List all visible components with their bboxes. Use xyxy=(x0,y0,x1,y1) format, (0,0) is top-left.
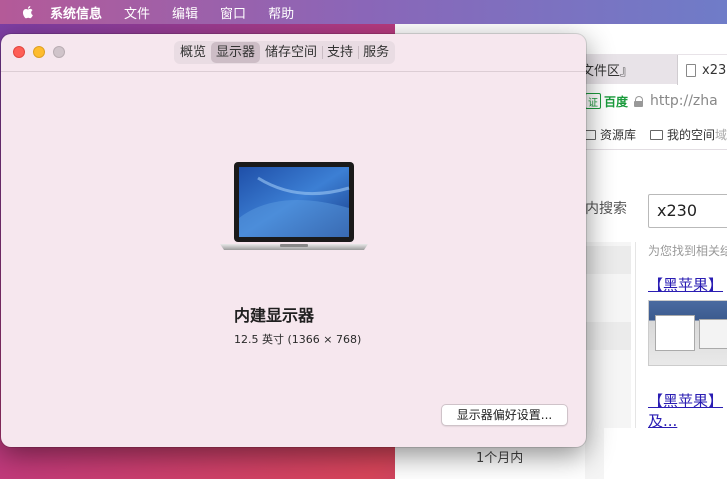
bookmarks-bar: 资源库 我的空间 域 xyxy=(583,122,727,146)
certificate-name: 百度 xyxy=(604,94,629,109)
menu-help[interactable]: 帮助 xyxy=(268,3,294,22)
title-bar: 概览 显示器 储存空间 支持 服务 xyxy=(1,34,586,72)
menu-window[interactable]: 窗口 xyxy=(220,3,246,22)
tab-overview[interactable]: 概览 xyxy=(175,42,211,63)
minimize-button[interactable] xyxy=(33,46,45,58)
certificate-badge: 证 xyxy=(585,93,601,109)
display-name: 内建显示器 xyxy=(234,306,315,325)
thumbnail-window xyxy=(699,319,727,349)
bookmark-label: 我的空间 xyxy=(667,127,716,142)
site-search-label: 内搜索 xyxy=(585,201,627,217)
zoom-button[interactable] xyxy=(53,46,65,58)
url-text[interactable]: http://zha xyxy=(650,93,718,109)
address-bar[interactable]: 证 百度 http://zha xyxy=(585,88,727,114)
laptop-icon xyxy=(220,162,368,250)
filter-row[interactable] xyxy=(585,322,631,350)
tab-service[interactable]: 服务 xyxy=(358,42,394,63)
close-button[interactable] xyxy=(13,46,25,58)
menu-edit[interactable]: 编辑 xyxy=(172,3,198,22)
time-filter-label[interactable]: 1个月内 xyxy=(476,447,523,466)
system-info-window: 概览 显示器 储存空间 支持 服务 内建显示器 12.5 英寸 (1366 × … xyxy=(1,34,586,447)
tab-storage[interactable]: 储存空间 xyxy=(260,42,322,63)
result-count-text: 为您找到相关结 xyxy=(648,244,727,258)
tab-support[interactable]: 支持 xyxy=(322,42,358,63)
menu-bar: 系统信息 文件 编辑 窗口 帮助 xyxy=(0,0,727,24)
bookmark-my-space[interactable]: 我的空间 域 xyxy=(650,126,727,143)
browser-tab-inactive[interactable]: 文件区』 xyxy=(581,60,633,79)
result-thumbnail[interactable] xyxy=(648,300,727,366)
browser-tab-active[interactable]: x23 xyxy=(677,55,727,85)
bookmark-library[interactable]: 资源库 xyxy=(583,126,636,143)
menu-file[interactable]: 文件 xyxy=(124,3,150,22)
result-link[interactable]: 【黑苹果】 xyxy=(648,390,723,411)
bookmark-label: 资源库 xyxy=(600,127,637,142)
display-spec: 12.5 英寸 (1366 × 768) xyxy=(234,333,362,346)
tab-control: 概览 显示器 储存空间 支持 服务 xyxy=(174,41,396,64)
empty-area xyxy=(604,428,727,479)
filter-row[interactable] xyxy=(585,246,631,274)
insecure-lock-icon xyxy=(634,95,644,107)
display-preferences-button[interactable]: 显示器偏好设置... xyxy=(441,404,568,426)
search-input[interactable]: x230 xyxy=(648,194,727,228)
result-link[interactable]: 【黑苹果】 xyxy=(648,274,723,295)
document-icon xyxy=(686,63,696,77)
apple-logo-icon[interactable] xyxy=(20,4,36,20)
bookmark-cut-label: 域 xyxy=(715,127,727,142)
tab-displays[interactable]: 显示器 xyxy=(211,42,261,63)
thumbnail-window xyxy=(655,315,695,351)
menu-app-name[interactable]: 系统信息 xyxy=(50,3,102,22)
browser-tab-title: x23 xyxy=(702,62,727,78)
folder-icon xyxy=(650,130,664,140)
